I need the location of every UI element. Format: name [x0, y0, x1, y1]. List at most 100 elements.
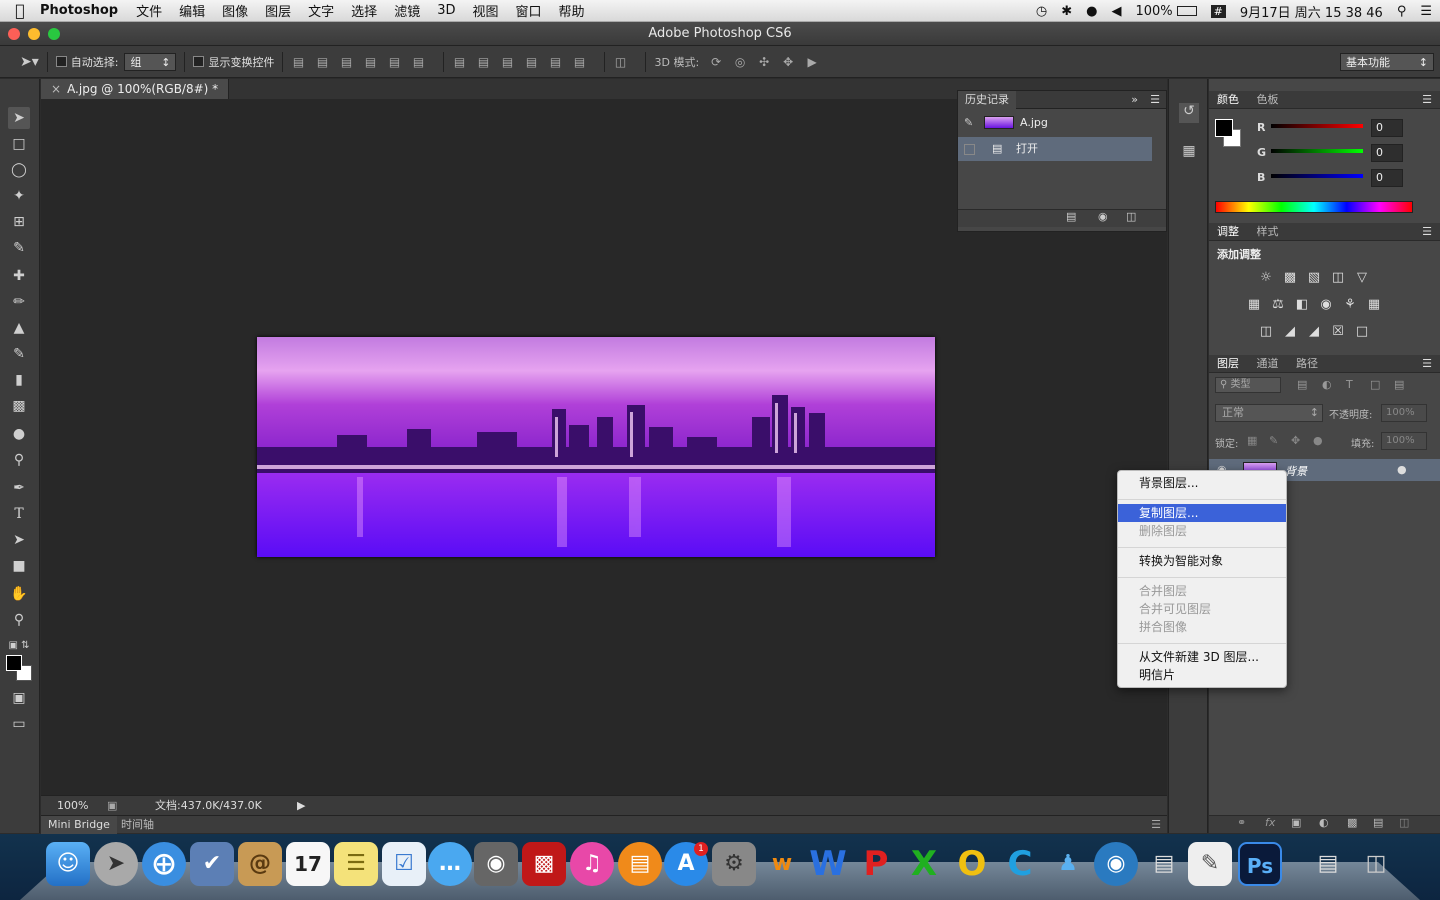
posterize-icon[interactable]: ◢ — [1282, 325, 1298, 339]
powerpoint-icon[interactable]: P — [854, 842, 898, 886]
time-machine-icon[interactable]: ◷ — [1036, 4, 1047, 19]
vibrance-icon[interactable]: ▽ — [1354, 271, 1370, 285]
finder-icon[interactable]: ☺ — [46, 842, 90, 886]
menu-help[interactable]: 帮助 — [559, 1, 585, 20]
filter-smart-object-icon[interactable]: ▤ — [1394, 378, 1404, 391]
notification-center-icon[interactable]: ☰ — [1420, 4, 1432, 19]
lasso-tool-icon[interactable]: ◯ — [8, 159, 30, 181]
fill-field[interactable]: 100% — [1381, 432, 1427, 450]
textedit-icon[interactable]: ✎ — [1188, 842, 1232, 886]
healing-brush-tool-icon[interactable]: ✚ — [8, 265, 30, 287]
zoom-window-button[interactable] — [48, 28, 60, 40]
brightness-contrast-icon[interactable]: ☼ — [1258, 271, 1274, 285]
messenger-icon[interactable]: ♟ — [1046, 842, 1090, 886]
battery-status[interactable]: 100% — [1135, 4, 1172, 19]
volume-icon[interactable]: ◀ — [1111, 4, 1121, 19]
stamp-tool-icon[interactable]: ▲ — [8, 317, 30, 339]
menu-window[interactable]: 窗口 — [516, 1, 542, 20]
opacity-field[interactable]: 100% — [1381, 404, 1427, 422]
menu-3d[interactable]: 3D — [437, 3, 455, 18]
history-menu-icon[interactable]: ☰ — [1150, 91, 1160, 109]
distribute-vcenter-icon[interactable]: ▤ — [476, 56, 490, 68]
document-image[interactable] — [257, 337, 935, 557]
minimize-window-button[interactable] — [28, 28, 40, 40]
properties-panel-icon[interactable]: ▦ — [1179, 143, 1199, 163]
eraser-tool-icon[interactable]: ▮ — [8, 369, 30, 391]
add-mask-icon[interactable]: ▣ — [1291, 816, 1301, 829]
menu-item-new-3d-layer[interactable]: 从文件新建 3D 图层... — [1118, 648, 1286, 666]
curves-icon[interactable]: ▧ — [1306, 271, 1322, 285]
contacts-icon[interactable]: @ — [238, 842, 282, 886]
type-tool-icon[interactable]: T — [8, 503, 30, 525]
levels-icon[interactable]: ▩ — [1282, 271, 1298, 285]
distribute-right-icon[interactable]: ▤ — [572, 56, 586, 68]
remote-desktop-icon[interactable]: ▤ — [1142, 842, 1186, 886]
tab-adjustments[interactable]: 调整 — [1217, 225, 1239, 238]
menu-view[interactable]: 视图 — [472, 1, 498, 20]
menu-file[interactable]: 文件 — [136, 1, 162, 20]
crop-tool-icon[interactable]: ⊞ — [8, 211, 30, 233]
color-balance-icon[interactable]: ⚖ — [1270, 298, 1286, 312]
facetime-icon[interactable]: ◉ — [474, 842, 518, 886]
distribute-hcenter-icon[interactable]: ▤ — [548, 56, 562, 68]
new-group-icon[interactable]: ▩ — [1347, 816, 1357, 829]
align-hcenter-icon[interactable]: ▤ — [387, 56, 401, 68]
blend-mode-dropdown[interactable]: 正常 ↕ — [1215, 404, 1323, 422]
delete-state-icon[interactable]: ◫ — [1126, 210, 1136, 223]
move-tool-icon[interactable]: ➤ — [8, 107, 30, 129]
tab-color[interactable]: 颜色 — [1217, 93, 1239, 106]
invert-icon[interactable]: ◫ — [1258, 325, 1274, 339]
3d-slide-icon[interactable]: ✥ — [781, 56, 795, 68]
selective-color-icon[interactable]: □ — [1354, 325, 1370, 339]
reminders-icon[interactable]: ☑ — [382, 842, 426, 886]
quick-mask-icon[interactable]: ▣ — [8, 687, 30, 709]
menu-item-duplicate-layer[interactable]: 复制图层... — [1118, 504, 1286, 522]
messages-icon[interactable]: … — [428, 842, 472, 886]
app-menu[interactable]: Photoshop — [40, 3, 118, 18]
channel-mixer-icon[interactable]: ⚘ — [1342, 298, 1358, 312]
align-bottom-icon[interactable]: ▤ — [339, 56, 353, 68]
photo-filter-icon[interactable]: ◉ — [1318, 298, 1334, 312]
auto-align-icon[interactable]: ◫ — [613, 56, 627, 68]
menu-edit[interactable]: 编辑 — [179, 1, 205, 20]
threshold-icon[interactable]: ◢ — [1306, 325, 1322, 339]
wps-icon[interactable]: w — [760, 842, 804, 886]
outlook-icon[interactable]: O — [950, 842, 994, 886]
move-tool-preset-icon[interactable]: ➤▾ — [20, 54, 39, 70]
history-brush-source-icon[interactable]: ✎ — [964, 111, 973, 135]
excel-icon[interactable]: X — [902, 842, 946, 886]
history-step[interactable]: ▤ 打开 — [958, 137, 1152, 161]
3d-roll-icon[interactable]: ◎ — [733, 56, 747, 68]
align-left-icon[interactable]: ▤ — [363, 56, 377, 68]
color-spectrum-bar[interactable] — [1215, 201, 1413, 213]
filter-type-icon[interactable]: T — [1346, 378, 1353, 391]
black-white-icon[interactable]: ◧ — [1294, 298, 1310, 312]
adjustments-panel-menu-icon[interactable]: ☰ — [1422, 223, 1432, 241]
tab-paths[interactable]: 路径 — [1296, 357, 1318, 370]
filter-shape-icon[interactable]: □ — [1370, 378, 1380, 391]
quick-select-tool-icon[interactable]: ✦ — [8, 185, 30, 207]
documents-stack-icon[interactable]: ▤ — [1306, 842, 1350, 886]
status-menu-arrow-icon[interactable]: ▶ — [297, 796, 305, 815]
blur-tool-icon[interactable]: ● — [8, 423, 30, 445]
collapse-icon[interactable]: » — [1131, 91, 1138, 109]
menu-layer[interactable]: 图层 — [265, 1, 291, 20]
proof-icon[interactable]: ▣ — [107, 796, 117, 815]
ibooks-icon[interactable]: ▤ — [618, 842, 662, 886]
red-value-field[interactable]: 0 — [1371, 119, 1403, 137]
3d-scale-icon[interactable]: ▶ — [805, 56, 819, 68]
mail-icon[interactable]: ✔ — [190, 842, 234, 886]
menu-item-convert-smart-object[interactable]: 转换为智能对象 — [1118, 552, 1286, 570]
history-panel-icon[interactable]: ↺ — [1179, 103, 1199, 123]
lock-transparent-icon[interactable]: ▦ — [1247, 434, 1257, 447]
lock-all-icon[interactable]: ● — [1313, 434, 1323, 447]
launchpad-icon[interactable]: ➤ — [94, 842, 138, 886]
red-slider[interactable] — [1271, 124, 1363, 128]
wifi-icon[interactable]: ● — [1086, 4, 1097, 19]
hue-saturation-icon[interactable]: ▦ — [1246, 298, 1262, 312]
dodge-tool-icon[interactable]: ⚲ — [8, 449, 30, 471]
pen-tool-icon[interactable]: ✒ — [8, 477, 30, 499]
brush-tool-icon[interactable]: ✏ — [8, 291, 30, 313]
new-adjustment-icon[interactable]: ◐ — [1319, 816, 1329, 829]
clock[interactable]: 9月17日 周六 15 38 46 — [1240, 2, 1383, 21]
